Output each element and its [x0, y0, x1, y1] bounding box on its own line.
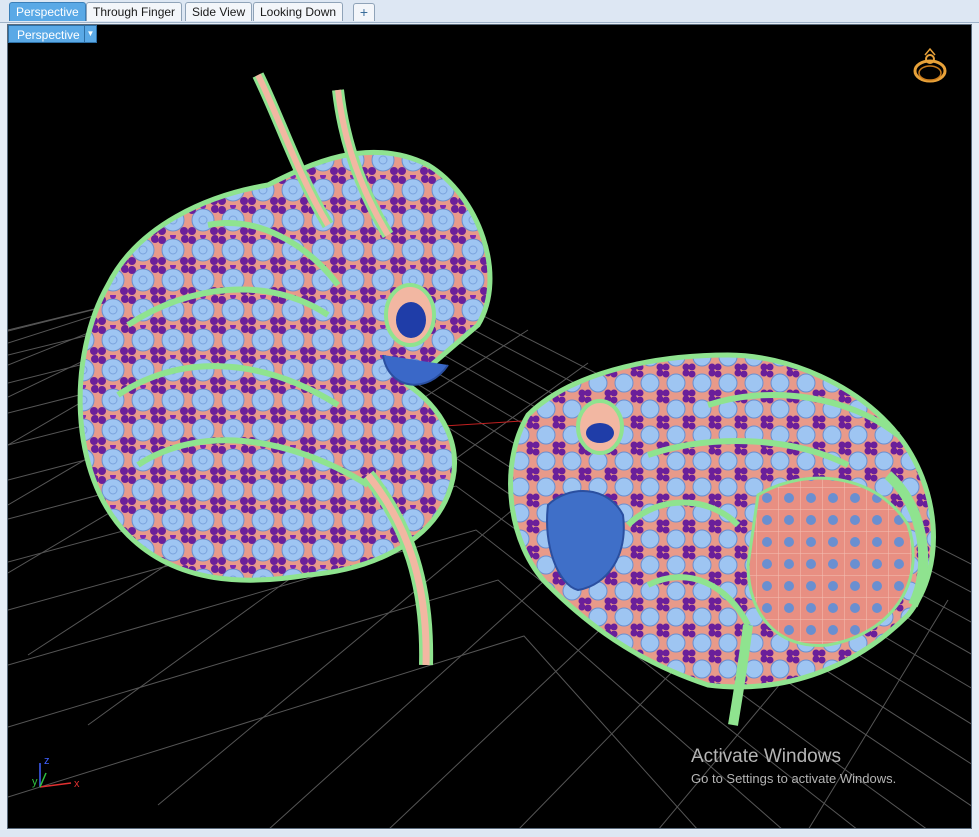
- axis-indicator: x z y: [32, 755, 80, 790]
- 3d-scene: x z y: [8, 47, 971, 828]
- tab-through-finger[interactable]: Through Finger: [86, 2, 183, 21]
- tab-side-view[interactable]: Side View: [185, 2, 253, 21]
- ring-model-left[interactable]: [77, 72, 493, 666]
- axis-z-label: z: [44, 755, 50, 767]
- perspective-viewport[interactable]: x z y Perspective ▼ Activate Windows Go …: [7, 24, 972, 829]
- watermark-title: Activate Windows: [691, 746, 841, 767]
- plus-icon: +: [359, 4, 369, 20]
- axis-x-label: x: [74, 778, 80, 790]
- tab-looking-down[interactable]: Looking Down: [253, 2, 344, 21]
- tab-perspective[interactable]: Perspective: [9, 2, 86, 21]
- axis-y-label: y: [32, 776, 38, 788]
- viewport-dropdown-button[interactable]: ▼: [84, 25, 97, 43]
- ring-model-right[interactable]: [508, 352, 936, 726]
- viewport-name-button[interactable]: Perspective: [8, 25, 89, 43]
- add-tab-button[interactable]: +: [353, 3, 375, 21]
- chevron-down-icon: ▼: [86, 29, 95, 38]
- watermark-subtitle: Go to Settings to activate Windows.: [691, 771, 897, 786]
- ring-icon[interactable]: [913, 47, 947, 83]
- activation-watermark: Activate Windows Go to Settings to activ…: [691, 745, 896, 789]
- viewport-tab-bar: Perspective Through Finger Side View Loo…: [0, 0, 979, 23]
- bottom-border: [0, 830, 979, 837]
